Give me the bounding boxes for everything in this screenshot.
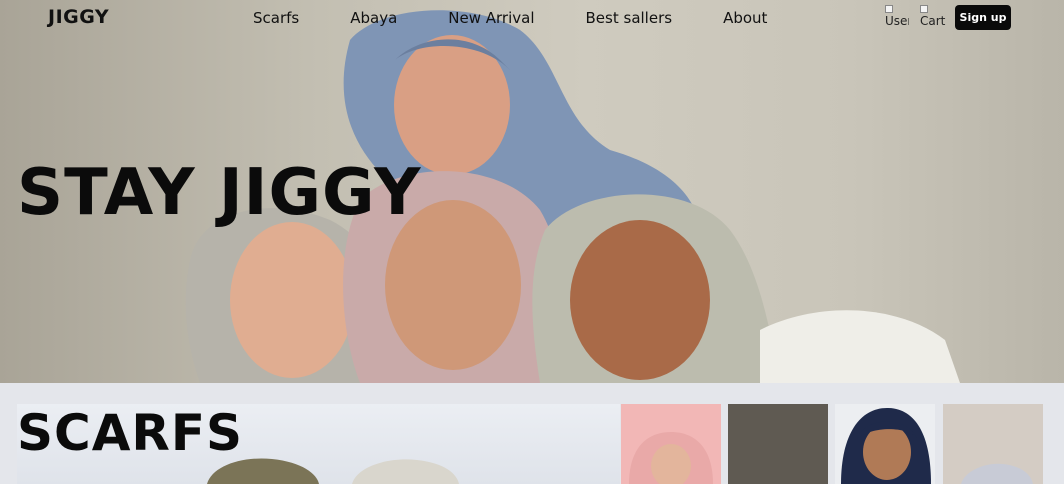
nav-link-new-arrival[interactable]: New Arrival [448,9,534,27]
broken-image-icon [920,5,928,13]
hero-title: STAY JIGGY [17,156,422,230]
scarf-thumbnail-navy[interactable] [835,404,935,484]
brand-logo[interactable]: JIGGY [48,6,109,28]
scarf-thumbnail-brown[interactable] [728,404,828,484]
scarf-photo-pink [629,432,713,484]
nav-link-about[interactable]: About [723,9,767,27]
scarf-photo-navy [841,408,931,484]
nav-link-abaya[interactable]: Abaya [350,9,397,27]
cart-icon-alt-text: Cart [920,14,946,28]
user-icon[interactable]: User [885,5,909,31]
user-icon-alt-text: User [885,14,909,28]
top-navbar: JIGGY Scarfs Abaya New Arrival Best sall… [0,0,1064,36]
scarf-photo-beige [943,404,1043,484]
nav-link-scarfs[interactable]: Scarfs [253,9,299,27]
nav-link-best-sellers[interactable]: Best sallers [586,9,673,27]
cart-icon[interactable]: Cart [920,5,946,31]
hero-banner: JIGGY Scarfs Abaya New Arrival Best sall… [0,0,1064,383]
nav-links: Scarfs Abaya New Arrival Best sallers Ab… [253,9,767,27]
scarf-thumbnail-pink[interactable] [621,404,721,484]
scarfs-title: SCARFS [17,404,244,462]
broken-image-icon [885,5,893,13]
sign-up-button[interactable]: Sign up [955,5,1011,30]
scarf-thumbnail-beige[interactable] [943,404,1043,484]
